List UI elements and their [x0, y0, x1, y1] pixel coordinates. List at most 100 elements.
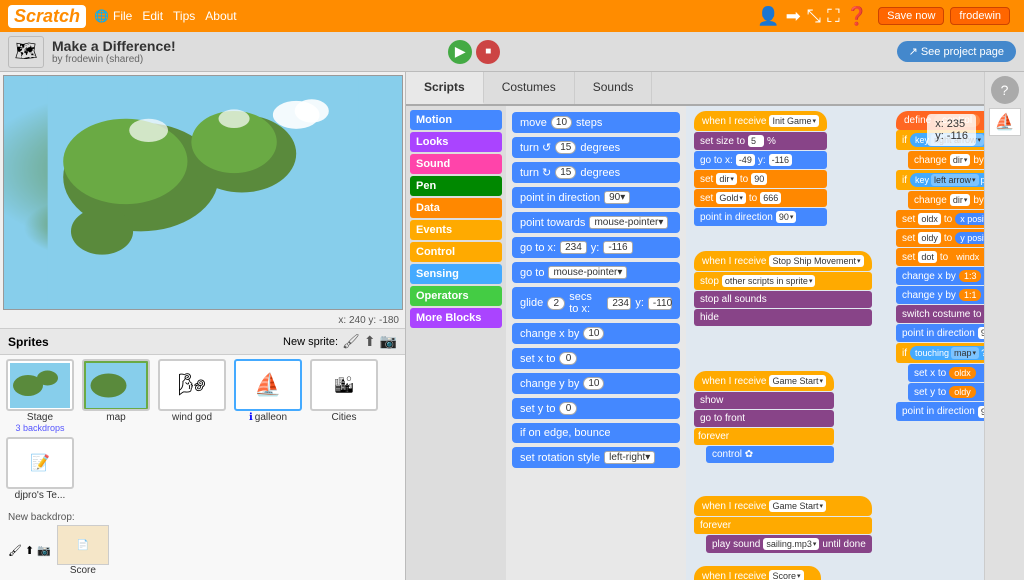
block-change-x-formula[interactable]: change x by 1:3 + dot / 2 * sin ... — [896, 267, 984, 285]
paint-sprite-icon[interactable]: 🖌 — [342, 333, 360, 350]
block-set-oldy[interactable]: set oldy to y position — [896, 229, 984, 247]
block-set-dir[interactable]: set dir ▾ to 90 — [694, 170, 827, 188]
see-project-button[interactable]: ↗ See project page — [897, 41, 1016, 62]
block-goto-mousepointer[interactable]: go to mouse-pointer▾ — [512, 262, 680, 283]
block-set-x-oldx[interactable]: set x to oldx — [908, 364, 984, 382]
cat-more-blocks[interactable]: More Blocks — [410, 308, 502, 328]
block-set-x[interactable]: set x to 0 — [512, 348, 680, 369]
block-point-towards[interactable]: point towards mouse-pointer▾ — [512, 212, 680, 233]
block-goto-xy[interactable]: go to x: 234 y: -116 — [512, 237, 680, 258]
cat-data[interactable]: Data — [410, 198, 502, 218]
map-thumb-svg — [86, 363, 146, 408]
block-move[interactable]: move 10 steps — [512, 112, 680, 133]
block-control[interactable]: control ✿ — [706, 446, 834, 463]
hat-game-start1[interactable]: when I receive Game Start ▾ — [694, 371, 834, 391]
block-set-oldx[interactable]: set oldx to x position — [896, 210, 984, 228]
new-backdrop-area: New backdrop: 🖌 ⬆ 📷 📄 Score — [0, 505, 405, 580]
block-change-y-formula[interactable]: change y by 1:1 + dot / 2 * cos ... — [896, 286, 984, 304]
block-change-dir-right[interactable]: change dir ▾ by 3 — [908, 151, 984, 169]
block-point-dir-formula[interactable]: point in direction 90 + dir ▾ round dir — [896, 402, 984, 421]
backdrop-name-score: Score — [70, 565, 96, 576]
sprite-item-djpro[interactable]: 📝 djpro's Te... — [4, 437, 76, 501]
block-if-left[interactable]: if key left arrow ▾ pressed? then — [896, 170, 984, 190]
block-goto-init[interactable]: go to x: -49 y: -116 — [694, 151, 827, 169]
backdrop-thumb-score[interactable]: 📄 — [57, 525, 109, 565]
help-question-btn[interactable]: ? — [991, 76, 1019, 104]
stage-canvas[interactable]: ⛵ — [3, 75, 403, 310]
upload-backdrop-icon[interactable]: ⬆ — [25, 544, 34, 557]
cat-control[interactable]: Control — [410, 242, 502, 262]
sprite-item-windgod[interactable]: 🌬 wind god — [156, 359, 228, 433]
block-set-y[interactable]: set y to 0 — [512, 398, 680, 419]
block-set-y-oldy[interactable]: set y to oldy — [908, 383, 984, 401]
cat-motion[interactable]: Motion — [410, 110, 502, 130]
block-change-y[interactable]: change y by 10 — [512, 373, 680, 394]
menu-edit[interactable]: Edit — [142, 9, 163, 23]
block-set-size[interactable]: set size to 5 % — [694, 132, 827, 150]
save-now-button[interactable]: Save now — [878, 7, 944, 25]
block-glide[interactable]: glide 2 secs to x: 234 y: -110 — [512, 287, 680, 319]
block-go-to-front[interactable]: go to front — [694, 410, 834, 427]
block-point-direction[interactable]: point in direction 90▾ — [512, 187, 680, 208]
cat-sensing[interactable]: Sensing — [410, 264, 502, 284]
block-point-dir-90[interactable]: point in direction 90 ▾ — [896, 324, 984, 342]
block-set-gold[interactable]: set Gold ▾ to 666 — [694, 189, 827, 207]
block-set-rotation-style[interactable]: set rotation style left-right▾ — [512, 447, 680, 468]
sprite-name-cities: Cities — [331, 412, 356, 423]
block-change-dir-left[interactable]: change dir ▾ by -3 — [908, 191, 984, 209]
block-if-on-edge-bounce[interactable]: if on edge, bounce — [512, 423, 680, 443]
menu-file[interactable]: File — [113, 9, 132, 23]
hat-game-start2[interactable]: when I receive Game Start ▾ — [694, 496, 872, 516]
block-if-touching-map[interactable]: if touching map ▾ ? then — [896, 343, 984, 363]
camera-backdrop-icon[interactable]: 📷 — [37, 544, 51, 557]
sprite-item-cities[interactable]: 🏙 Cities — [308, 359, 380, 433]
menu-about[interactable]: About — [205, 9, 236, 23]
hat-stop-ship[interactable]: when I receive Stop Ship Movement ▾ — [694, 251, 872, 271]
block-set-dot[interactable]: set dot to windx * sin ▾ of dir + — [896, 248, 984, 266]
block-change-x[interactable]: change x by 10 — [512, 323, 680, 344]
paint-backdrop-icon[interactable]: 🖌 — [8, 544, 22, 557]
main-area: ⛵ x: 240 y: -180 Sprites New sprite: 🖌 ⬆… — [0, 72, 1024, 580]
cat-pen[interactable]: Pen — [410, 176, 502, 196]
sprite-name-map: map — [106, 412, 125, 423]
project-title-area: Make a Difference! by frodewin (shared) — [52, 38, 448, 65]
blocks-palette: move 10 steps turn ↺ 15 degrees turn ↻ 1… — [506, 106, 686, 580]
block-turn-right[interactable]: turn ↻ 15 degrees — [512, 162, 680, 183]
camera-sprite-icon[interactable]: 📷 — [380, 333, 397, 350]
block-hide[interactable]: hide — [694, 309, 872, 326]
block-forever2[interactable]: forever — [694, 517, 872, 534]
info-badge: ℹ — [249, 412, 253, 423]
username-button[interactable]: frodewin — [950, 7, 1010, 25]
green-flag-button[interactable]: ▶ — [448, 40, 472, 64]
galleon-icon: ⛵ — [254, 372, 281, 398]
block-stop-all-sounds[interactable]: stop all sounds — [694, 291, 872, 308]
tab-sounds[interactable]: Sounds — [575, 72, 653, 104]
block-play-sound[interactable]: play sound sailing.mp3 ▾ until done — [706, 535, 872, 553]
script-group-score: when I receive Score ▾ stop other script… — [694, 566, 821, 580]
block-show[interactable]: show — [694, 392, 834, 409]
block-forever1[interactable]: forever — [694, 428, 834, 445]
tab-scripts[interactable]: Scripts — [406, 72, 484, 104]
tab-costumes[interactable]: Costumes — [484, 72, 575, 104]
upload-sprite-icon[interactable]: ⬆ — [364, 333, 376, 350]
hat-score[interactable]: when I receive Score ▾ — [694, 566, 821, 580]
block-turn-left[interactable]: turn ↺ 15 degrees — [512, 137, 680, 158]
block-point-dir-init[interactable]: point in direction 90 ▾ — [694, 208, 827, 226]
block-stop-scripts[interactable]: stop other scripts in sprite ▾ — [694, 272, 872, 290]
top-bar: Scratch 🌐 File Edit Tips About 👤 ➡ ⤡ ⛶ ❓… — [0, 0, 1024, 32]
menu-tips[interactable]: Tips — [173, 9, 195, 23]
sprite-thumb-djpro: 📝 — [6, 437, 74, 489]
sprites-header: Sprites New sprite: 🖌 ⬆ 📷 — [0, 329, 405, 355]
cat-events[interactable]: Events — [410, 220, 502, 240]
score-backdrop-icon: 📄 — [77, 540, 89, 551]
block-switch-costume[interactable]: switch costume to collision sphere ▾ — [896, 305, 984, 323]
cat-looks[interactable]: Looks — [410, 132, 502, 152]
cat-sound[interactable]: Sound — [410, 154, 502, 174]
stop-button[interactable]: ■ — [476, 40, 500, 64]
sprite-item-map[interactable]: map — [80, 359, 152, 433]
hat-init-game[interactable]: when I receive Init Game ▾ — [694, 111, 827, 131]
scripting-area[interactable]: when I receive Init Game ▾ set size to 5… — [686, 106, 984, 580]
sprite-item-stage[interactable]: Stage 3 backdrops — [4, 359, 76, 433]
sprite-item-galleon[interactable]: ⛵ ℹ galleon — [232, 359, 304, 433]
cat-operators[interactable]: Operators — [410, 286, 502, 306]
